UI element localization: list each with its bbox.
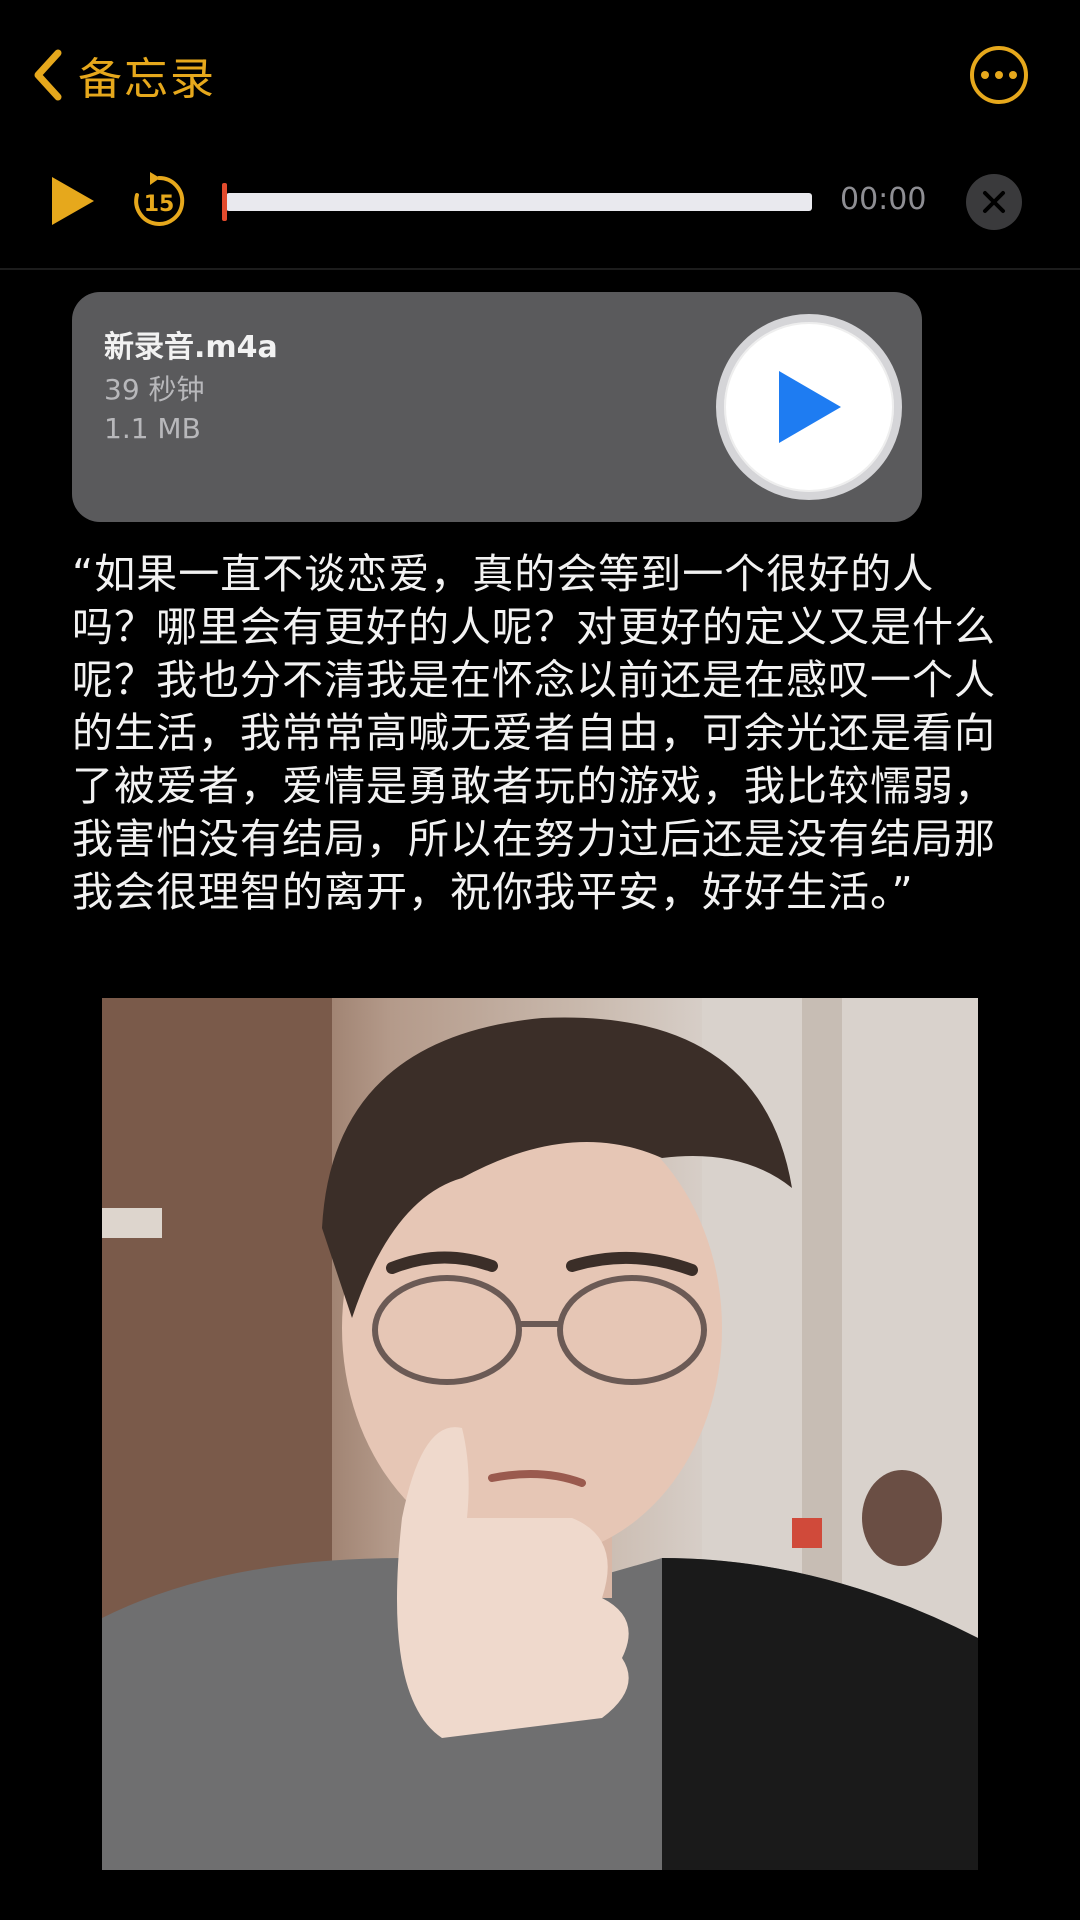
- person-photo-illustration: [102, 998, 978, 1870]
- play-icon[interactable]: [50, 175, 96, 227]
- skip-seconds-label: 15: [144, 192, 175, 217]
- close-player-button[interactable]: [966, 174, 1022, 230]
- attachment-duration: 39 秒钟: [104, 373, 205, 406]
- close-icon: [983, 191, 1005, 213]
- attachment-play-button[interactable]: [716, 314, 902, 500]
- note-photo[interactable]: [102, 998, 978, 1870]
- audio-attachment-card[interactable]: 新录音.m4a 39 秒钟 1.1 MB: [72, 292, 922, 522]
- notes-screen: 备忘录 15 00:00 新录音.m4a 39 秒钟 1.1 MB “如果一直不…: [0, 0, 1080, 1920]
- chevron-left-icon: [34, 49, 62, 101]
- back-button[interactable]: 备忘录: [28, 40, 216, 110]
- more-button[interactable]: [970, 46, 1028, 104]
- progress-slider[interactable]: [222, 183, 812, 221]
- more-icon: [981, 71, 989, 79]
- attachment-size: 1.1 MB: [104, 412, 201, 445]
- progress-thumb[interactable]: [222, 183, 227, 221]
- playback-time: 00:00: [840, 182, 927, 217]
- skip-back-15-icon[interactable]: 15: [128, 170, 190, 232]
- back-label: 备忘录: [78, 54, 216, 105]
- audio-player: 15 00:00: [0, 150, 1080, 270]
- note-body-text[interactable]: “如果一直不谈恋爱，真的会等到一个很好的人吗？哪里会有更好的人呢？对更好的定义又…: [72, 548, 1012, 919]
- navigation-bar: 备忘录: [0, 0, 1080, 150]
- attachment-filename: 新录音.m4a: [104, 330, 278, 365]
- play-icon: [779, 371, 841, 443]
